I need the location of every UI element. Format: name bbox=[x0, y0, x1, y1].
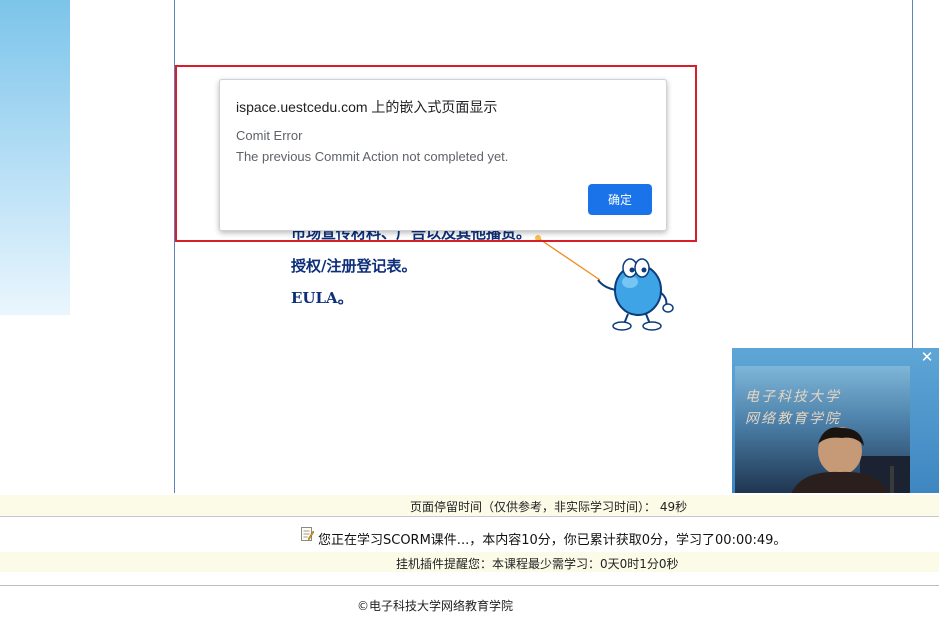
close-icon[interactable]: ✕ bbox=[919, 349, 935, 365]
idle-reminder-text: 挂机插件提醒您：本课程最少需学习：0天0时1分0秒 bbox=[396, 557, 679, 571]
idle-reminder-bar: 挂机插件提醒您：本课程最少需学习：0天0时1分0秒 bbox=[0, 552, 939, 572]
dialog-title: ispace.uestcedu.com 上的嵌入式页面显示 bbox=[236, 99, 498, 115]
footer-divider bbox=[0, 585, 939, 586]
video-caption-line-1: 电子科技大学 bbox=[745, 389, 841, 405]
video-caption-line-2: 网络教育学院 bbox=[745, 411, 841, 427]
course-text-line-3: EULA。 bbox=[291, 289, 353, 307]
stay-time-bar: 页面停留时间（仅供参考，非实际学习时间）： 49秒 bbox=[0, 495, 939, 517]
content-frame-right-border bbox=[912, 0, 913, 352]
video-player[interactable]: 电子科技大学 网络教育学院 bbox=[735, 366, 910, 493]
video-panel: ✕ 电子科技大学 网络教育学院 bbox=[732, 348, 939, 493]
alert-dialog: ispace.uestcedu.com 上的嵌入式页面显示 Comit Erro… bbox=[219, 79, 667, 231]
dialog-message-body: The previous Commit Action not completed… bbox=[236, 149, 509, 164]
left-decorative-banner bbox=[0, 0, 70, 315]
ok-button[interactable]: 确定 bbox=[588, 184, 652, 215]
stay-time-text: 页面停留时间（仅供参考，非实际学习时间）： 49秒 bbox=[410, 500, 688, 514]
footer-copyright: ©电子科技大学网络教育学院 bbox=[357, 599, 514, 613]
document-edit-icon bbox=[301, 527, 314, 541]
dialog-message-title: Comit Error bbox=[236, 128, 303, 143]
lecturer-figure bbox=[791, 427, 910, 493]
course-text-line-2: 授权/注册登记表。 bbox=[291, 257, 417, 275]
learning-status-bar: 您正在学习SCORM课件...，本内容10分，你已累计获取0分，学习了00:00… bbox=[0, 517, 939, 551]
mascot-illustration bbox=[535, 235, 674, 331]
learning-status-text: 您正在学习SCORM课件...，本内容10分，你已累计获取0分，学习了00:00… bbox=[318, 533, 787, 548]
